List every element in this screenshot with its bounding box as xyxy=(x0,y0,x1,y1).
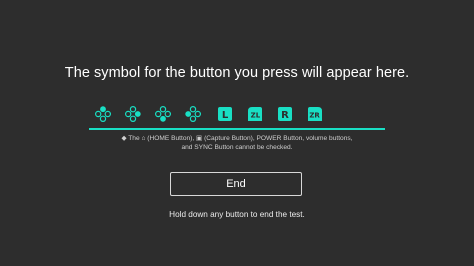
dpad-down-icon xyxy=(155,106,171,122)
zr-button-icon: ZR xyxy=(307,106,323,122)
zl-button-label: ZL xyxy=(251,112,261,120)
l-button-icon: L xyxy=(217,106,233,122)
l-button-label: L xyxy=(222,110,229,121)
input-underline xyxy=(89,128,385,130)
dpad-right-icon xyxy=(125,106,141,122)
r-button-label: R xyxy=(281,110,289,121)
note-text-1: The ⌂ (HOME Button), ▣ (Capture Button),… xyxy=(128,135,353,142)
r-button-icon: R xyxy=(277,106,293,122)
end-button[interactable]: End xyxy=(170,172,302,196)
note-line-1: ◆ The ⌂ (HOME Button), ▣ (Capture Button… xyxy=(0,134,474,143)
bullet-icon: ◆ xyxy=(121,135,127,142)
hold-instruction: Hold down any button to end the test. xyxy=(169,210,305,219)
dpad-up-icon xyxy=(95,106,111,122)
prompt-text: The symbol for the button you press will… xyxy=(64,65,410,81)
dpad-left-icon xyxy=(185,106,201,122)
unsupported-buttons-note: ◆ The ⌂ (HOME Button), ▣ (Capture Button… xyxy=(0,134,474,153)
note-line-2: and SYNC Button cannot be checked. xyxy=(181,144,293,152)
zr-button-label: ZR xyxy=(309,112,320,120)
zl-button-icon: ZL xyxy=(247,106,263,122)
